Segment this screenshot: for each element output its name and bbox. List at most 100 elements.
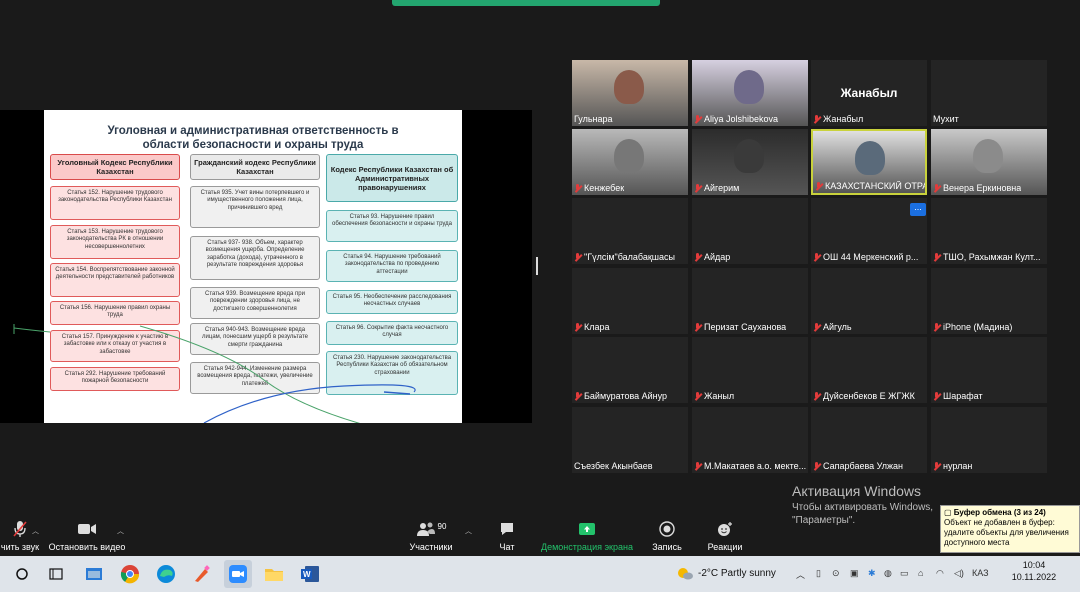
zoom-app-icon[interactable] <box>224 560 252 588</box>
participant-name: Айгерим <box>704 183 740 193</box>
chevron-up-icon[interactable]: ︿ <box>32 526 39 536</box>
clock[interactable]: 10:04 10.11.2022 <box>1004 559 1064 583</box>
participant-tile[interactable]: Клара <box>572 268 688 334</box>
participant-tile[interactable]: Айгуль <box>811 268 927 334</box>
person-silhouette <box>614 70 644 104</box>
chevron-up-icon[interactable]: ︿ <box>796 568 805 581</box>
participant-name: Сапарбаева Улжан <box>823 461 903 471</box>
participant-name-label: КАЗАХСТАНСКИЙ ОТРАС... <box>815 181 927 192</box>
start-search-icon[interactable] <box>8 560 36 588</box>
participant-name-label: Айдар <box>694 252 730 263</box>
participant-name: Съезбек Акынбаев <box>574 461 653 471</box>
record-icon <box>659 520 675 538</box>
muted-microphone-icon <box>694 392 701 401</box>
participant-name-label: iPhone (Мадина) <box>933 322 1012 333</box>
participant-tile[interactable]: Жанабыл Жанабыл <box>811 60 927 126</box>
microphone-muted-icon <box>12 520 28 538</box>
participant-name: КАЗАХСТАНСКИЙ ОТРАС... <box>825 181 927 191</box>
muted-microphone-icon <box>813 392 820 401</box>
participant-name: Кенжебек <box>584 183 625 193</box>
tray-icon[interactable]: ▣ <box>850 568 859 579</box>
muted-microphone-icon <box>574 392 581 401</box>
participants-button[interactable]: 90 Участники <box>408 520 454 556</box>
participant-tile[interactable]: Айдар <box>692 198 808 264</box>
muted-microphone-icon <box>813 462 820 471</box>
volume-icon[interactable]: ◁) <box>954 568 964 579</box>
photos-app-icon[interactable] <box>80 560 108 588</box>
edge-icon[interactable] <box>152 560 180 588</box>
windows-activation-watermark: Активация Windows Чтобы активировать Win… <box>792 483 934 526</box>
participant-name: Гульнара <box>574 114 613 124</box>
participant-name-label: Aliya Jolshibekova <box>694 114 778 125</box>
tray-icon[interactable]: ◍ <box>884 568 892 579</box>
participant-name: "Гүлсім"балабақшасы <box>584 252 675 262</box>
participant-tile[interactable]: iPhone (Мадина) <box>931 268 1047 334</box>
tray-icon[interactable]: ⌂ <box>918 568 923 578</box>
participant-name-label: Клара <box>574 322 610 333</box>
wifi-icon[interactable]: ◠ <box>936 568 944 579</box>
chrome-icon[interactable] <box>116 560 144 588</box>
participant-name-label: Баймуратова Айнур <box>574 391 667 402</box>
unmute-label: чить звук <box>0 542 40 552</box>
annotation-drawing <box>13 324 51 334</box>
file-explorer-icon[interactable] <box>260 560 288 588</box>
tray-icon[interactable]: ▯ <box>816 568 821 579</box>
chat-label: Чат <box>499 542 515 552</box>
tray-icon[interactable]: ▭ <box>900 568 909 579</box>
participant-name-label: Венера Еркиновна <box>933 183 1021 194</box>
participant-name-label: ТШО, Рахымжан Култ... <box>933 252 1041 263</box>
muted-microphone-icon <box>694 253 701 262</box>
reactions-button[interactable]: Реакции <box>706 520 744 556</box>
muted-microphone-icon <box>574 184 581 193</box>
sharing-indicator-bar[interactable] <box>392 0 660 6</box>
participant-tile[interactable]: Кенжебек <box>572 129 688 195</box>
participant-name-label: Съезбек Акынбаев <box>574 461 653 472</box>
chat-bubble-icon <box>499 520 515 538</box>
participant-tile[interactable]: Дуйсенбеков Е ЖГЖК <box>811 337 927 403</box>
word-app-icon[interactable]: W <box>296 560 324 588</box>
muted-microphone-icon <box>574 323 581 332</box>
stop-video-label: Остановить видео <box>48 542 126 552</box>
language-indicator[interactable]: КАЗ <box>972 568 989 578</box>
participant-tile[interactable]: Баймуратова Айнур <box>572 337 688 403</box>
chat-button[interactable]: Чат <box>495 520 519 556</box>
person-silhouette <box>973 139 1003 173</box>
participant-tile[interactable]: Съезбек Акынбаев <box>572 407 688 473</box>
chevron-up-icon[interactable]: ︿ <box>465 526 472 536</box>
chevron-up-icon[interactable]: ︿ <box>117 526 124 536</box>
participant-tile[interactable]: Сапарбаева Улжан <box>811 407 927 473</box>
annotation-drawing <box>139 325 416 423</box>
participant-tile[interactable]: ТШО, Рахымжан Култ... <box>931 198 1047 264</box>
participant-tile[interactable]: Мухит <box>931 60 1047 126</box>
participant-tile[interactable]: КАЗАХСТАНСКИЙ ОТРАС... <box>811 129 927 195</box>
participant-tile[interactable]: Шарафат <box>931 337 1047 403</box>
weather-widget[interactable]: -2°C Partly sunny <box>676 566 776 580</box>
more-options-button[interactable]: ... <box>910 203 926 216</box>
participant-tile[interactable]: Жаныл <box>692 337 808 403</box>
participant-tile[interactable]: Гульнара <box>572 60 688 126</box>
presentation-slide: Уголовная и административная ответственн… <box>44 110 462 423</box>
participant-name: нурлан <box>943 461 973 471</box>
participant-tile[interactable]: М.Макатаев а.о. мекте... <box>692 407 808 473</box>
participant-tile[interactable]: Айгерим <box>692 129 808 195</box>
bluetooth-icon[interactable]: ✱ <box>868 568 876 579</box>
muted-microphone-icon <box>694 462 701 471</box>
shared-screen: Уголовная и административная ответственн… <box>0 110 532 423</box>
paint-app-icon[interactable] <box>188 560 216 588</box>
participant-tile[interactable]: нурлан <box>931 407 1047 473</box>
svg-text:W: W <box>303 570 311 579</box>
participant-tile[interactable]: Aliya Jolshibekova <box>692 60 808 126</box>
task-view-icon[interactable] <box>42 560 70 588</box>
participant-tile[interactable]: "Гүлсім"балабақшасы <box>572 198 688 264</box>
share-screen-button[interactable]: Демонстрация экрана <box>540 520 634 556</box>
participant-tile[interactable]: Перизат Сауханова <box>692 268 808 334</box>
person-silhouette <box>614 139 644 173</box>
clipboard-notification[interactable]: ▢ Буфер обмена (3 из 24) Объект не добав… <box>940 505 1080 553</box>
tray-icon[interactable]: ⊙ <box>832 568 840 579</box>
splitter-handle[interactable] <box>536 257 538 275</box>
record-button[interactable]: Запись <box>650 520 684 556</box>
muted-microphone-icon <box>933 323 940 332</box>
participant-name: М.Макатаев а.о. мекте... <box>704 461 807 471</box>
stop-video-button[interactable]: Остановить видео <box>48 520 126 556</box>
participant-tile[interactable]: Венера Еркиновна <box>931 129 1047 195</box>
